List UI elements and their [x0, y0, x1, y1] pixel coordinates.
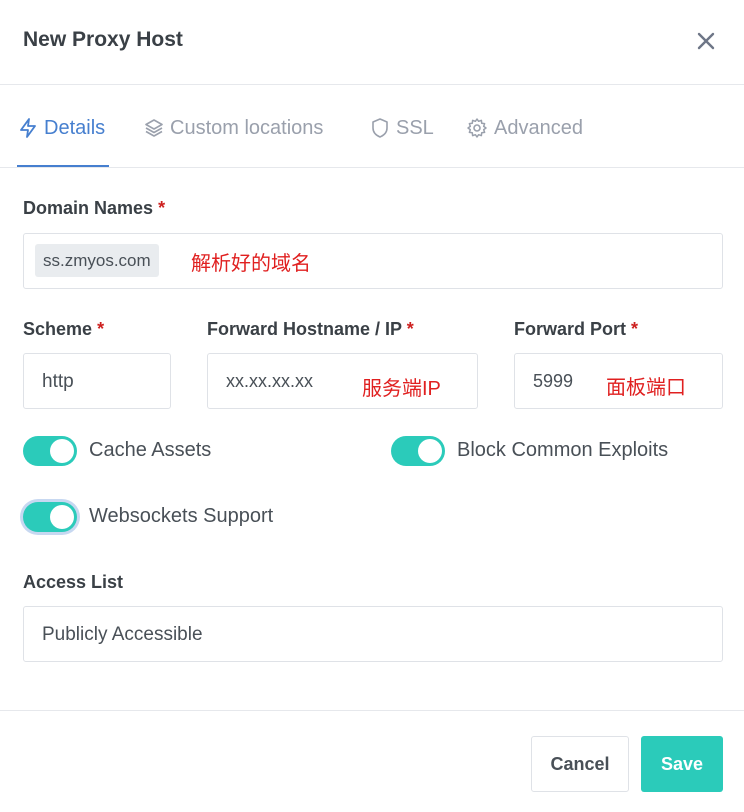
forward-port-value: 5999 — [533, 371, 574, 391]
tab-bar: Details Custom locations SSL Advanced — [0, 85, 744, 168]
domain-names-label: Domain Names * — [23, 198, 166, 218]
forward-port-annotation: 面板端口 — [606, 377, 686, 399]
shield-icon — [372, 118, 388, 138]
cache-assets-toggle[interactable] — [23, 436, 77, 466]
toggle-knob — [50, 439, 74, 463]
cache-assets-label: Cache Assets — [89, 439, 212, 461]
block-exploits-toggle[interactable] — [391, 436, 445, 466]
required-marker: * — [97, 319, 105, 339]
save-button[interactable]: Save — [641, 736, 723, 792]
toggle-knob — [50, 505, 74, 529]
forward-hostname-annotation: 服务端IP — [362, 378, 441, 400]
tab-custom-locations-label: Custom locations — [170, 116, 324, 139]
toggle-knob — [418, 439, 442, 463]
cancel-button[interactable]: Cancel — [531, 736, 629, 792]
active-tab-indicator — [17, 165, 109, 167]
scheme-value: http — [42, 371, 74, 392]
required-marker: * — [158, 198, 166, 218]
scheme-label: Scheme * — [23, 319, 105, 339]
access-list-label: Access List — [23, 572, 124, 592]
forward-hostname-label: Forward Hostname / IP * — [207, 319, 414, 339]
websockets-label: Websockets Support — [89, 505, 274, 527]
tab-details[interactable]: Details — [18, 113, 105, 143]
tab-ssl-label: SSL — [396, 116, 434, 139]
forward-port-label: Forward Port * — [514, 319, 639, 339]
access-list-value: Publicly Accessible — [42, 624, 203, 645]
domain-chip[interactable]: ss.zmyos.com — [35, 244, 159, 277]
block-exploits-label: Block Common Exploits — [457, 439, 669, 461]
required-marker: * — [631, 319, 639, 339]
domain-annotation: 解析好的域名 — [191, 253, 311, 275]
forward-hostname-value: xx.xx.xx.xx — [226, 371, 314, 391]
modal-title: New Proxy Host — [23, 28, 183, 51]
required-marker: * — [406, 319, 414, 339]
tab-advanced-label: Advanced — [494, 116, 583, 139]
tab-ssl[interactable]: SSL — [370, 113, 434, 143]
bolt-icon — [20, 118, 36, 138]
gear-icon — [467, 118, 487, 138]
domain-names-input[interactable]: ss.zmyos.com 解析好的域名 — [23, 233, 723, 289]
websockets-toggle[interactable] — [23, 502, 77, 532]
layers-icon — [145, 119, 163, 137]
scheme-input[interactable]: http — [23, 353, 171, 409]
forward-hostname-input[interactable]: xx.xx.xx.xx 服务端IP — [207, 353, 478, 409]
modal-header: New Proxy Host — [0, 0, 744, 85]
tab-advanced[interactable]: Advanced — [466, 113, 583, 143]
tab-details-label: Details — [44, 116, 106, 139]
close-icon — [697, 32, 715, 50]
modal-footer: Cancel Save — [0, 710, 744, 812]
access-list-select[interactable]: Publicly Accessible — [23, 606, 723, 662]
forward-port-input[interactable]: 5999 面板端口 — [514, 353, 723, 409]
tab-custom-locations[interactable]: Custom locations — [144, 113, 323, 143]
close-button[interactable] — [693, 28, 719, 54]
